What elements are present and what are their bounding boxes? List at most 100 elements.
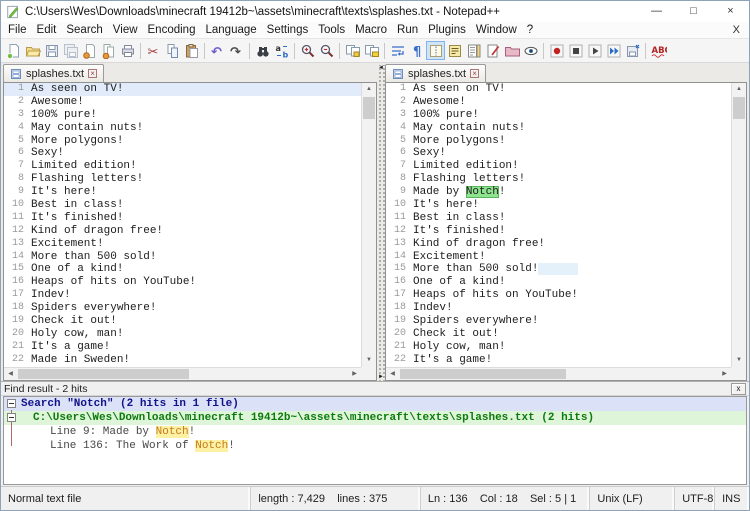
vertical-scroll-thumb[interactable] [363, 97, 375, 119]
tab-close-icon[interactable]: × [88, 69, 97, 78]
editor-line[interactable]: 20Check it out! [386, 328, 731, 341]
editor-line[interactable]: 2Awesome! [386, 96, 731, 109]
scroll-left-icon[interactable]: ◀ [4, 368, 17, 380]
show-all-characters-icon[interactable]: ¶ [407, 41, 426, 60]
editor-line[interactable]: 3100% pure! [386, 109, 731, 122]
zoom-out-icon[interactable] [317, 41, 336, 60]
editor-line[interactable]: 18Indev! [386, 302, 731, 315]
sync-vertical-icon[interactable] [343, 41, 362, 60]
menu-item-search[interactable]: Search [61, 24, 107, 36]
print-icon[interactable] [118, 41, 137, 60]
editor-line[interactable]: 6Sexy! [386, 147, 731, 160]
spell-check-icon[interactable]: ABC [649, 41, 668, 60]
splitter-collapse-right-icon[interactable]: ► [377, 374, 385, 380]
menu-item-[interactable]: ? [522, 24, 538, 36]
editor-line[interactable]: 18Spiders everywhere! [4, 302, 361, 315]
editor-line[interactable]: 20Holy cow, man! [4, 328, 361, 341]
editor-line[interactable]: 12Kind of dragon free! [4, 225, 361, 238]
find-result-close-button[interactable]: x [731, 383, 746, 395]
editor-line[interactable]: 10It's here! [386, 199, 731, 212]
macro-save-icon[interactable] [623, 41, 642, 60]
editor-line[interactable]: 8Flashing letters! [386, 173, 731, 186]
left-editor-text[interactable]: 1As seen on TV!2Awesome!3100% pure!4May … [4, 83, 361, 367]
editor-line[interactable]: 5More polygons! [4, 135, 361, 148]
zoom-in-icon[interactable] [298, 41, 317, 60]
editor-line[interactable]: 1As seen on TV! [386, 83, 731, 96]
menu-close-document-button[interactable]: X [733, 24, 749, 36]
editor-line[interactable]: 11Best in class! [386, 212, 731, 225]
editor-line[interactable]: 14Excitement! [386, 251, 731, 264]
find-hit-row[interactable]: Line 9: Made by Notch! [4, 425, 746, 439]
menu-item-language[interactable]: Language [200, 24, 261, 36]
editor-line[interactable]: 4May contain nuts! [4, 122, 361, 135]
find-icon[interactable] [253, 41, 272, 60]
close-button[interactable]: × [712, 1, 749, 22]
vertical-scroll-thumb[interactable] [733, 97, 745, 119]
menu-item-settings[interactable]: Settings [262, 24, 314, 36]
scroll-down-icon[interactable]: ▼ [362, 354, 376, 367]
editor-line[interactable]: 17Heaps of hits on YouTube! [386, 289, 731, 302]
menu-item-tools[interactable]: Tools [313, 24, 350, 36]
editor-line[interactable]: 12It's finished! [386, 225, 731, 238]
close-all-icon[interactable] [99, 41, 118, 60]
menu-item-window[interactable]: Window [471, 24, 522, 36]
save-icon[interactable] [42, 41, 61, 60]
editor-line[interactable]: 19Check it out! [4, 315, 361, 328]
editor-line[interactable]: 7Limited edition! [386, 160, 731, 173]
close-icon[interactable] [80, 41, 99, 60]
open-icon[interactable] [23, 41, 42, 60]
editor-line[interactable]: 6Sexy! [4, 147, 361, 160]
file-header-row[interactable]: C:\Users\Wes\Downloads\minecraft 19412b~… [4, 411, 746, 425]
editor-line[interactable]: 14More than 500 sold! [4, 251, 361, 264]
find-result-title-bar[interactable]: Find result - 2 hits x [1, 381, 749, 396]
editor-line[interactable]: 3100% pure! [4, 109, 361, 122]
tab-splashes-left[interactable]: splashes.txt × [3, 64, 104, 82]
editor-line[interactable]: 13Excitement! [4, 238, 361, 251]
macro-run-multiple-icon[interactable] [604, 41, 623, 60]
editor-line[interactable]: 13Kind of dragon free! [386, 238, 731, 251]
editor-line[interactable]: 10Best in class! [4, 199, 361, 212]
splitter-collapse-left-icon[interactable]: ◄ [377, 65, 385, 71]
tab-close-icon[interactable]: × [470, 69, 479, 78]
redo-icon[interactable]: ↷ [227, 41, 246, 60]
right-vertical-scrollbar[interactable]: ▲ ▼ [731, 83, 746, 367]
minimize-button[interactable]: — [638, 1, 675, 22]
find-hit-row[interactable]: Line 136: The Work of Notch! [4, 439, 746, 453]
document-monitor-icon[interactable] [521, 41, 540, 60]
menu-item-view[interactable]: View [108, 24, 143, 36]
editor-line[interactable]: 1As seen on TV! [4, 83, 361, 96]
folder-workspace-icon[interactable] [502, 41, 521, 60]
editor-line[interactable]: 16One of a kind! [386, 276, 731, 289]
scroll-up-icon[interactable]: ▲ [732, 83, 746, 96]
paste-icon[interactable] [182, 41, 201, 60]
sync-horizontal-icon[interactable] [362, 41, 381, 60]
collapse-file-icon[interactable] [7, 413, 16, 422]
search-header-row[interactable]: Search "Notch" (2 hits in 1 file) [4, 397, 746, 411]
editor-line[interactable]: 22It's a game! [386, 354, 731, 367]
editor-line[interactable]: 22Made in Sweden! [4, 354, 361, 367]
menu-item-macro[interactable]: Macro [350, 24, 392, 36]
menu-item-run[interactable]: Run [392, 24, 423, 36]
undo-icon[interactable]: ↶ [208, 41, 227, 60]
cut-icon[interactable]: ✂ [144, 41, 163, 60]
left-vertical-scrollbar[interactable]: ▲ ▼ [361, 83, 376, 367]
editor-line[interactable]: 2Awesome! [4, 96, 361, 109]
horizontal-scroll-thumb[interactable] [18, 369, 189, 379]
right-editor-text[interactable]: 1As seen on TV!2Awesome!3100% pure!4May … [386, 83, 731, 367]
editor-line[interactable]: 11It's finished! [4, 212, 361, 225]
collapse-search-icon[interactable] [7, 399, 16, 408]
editor-line[interactable]: 4May contain nuts! [386, 122, 731, 135]
horizontal-scroll-thumb[interactable] [400, 369, 566, 379]
menu-item-edit[interactable]: Edit [32, 24, 62, 36]
pane-splitter[interactable]: ◄ ► [377, 65, 385, 381]
menu-item-plugins[interactable]: Plugins [423, 24, 471, 36]
editor-line[interactable]: 19Spiders everywhere! [386, 315, 731, 328]
function-list-icon[interactable] [445, 41, 464, 60]
save-all-icon[interactable] [61, 41, 80, 60]
editor-line[interactable]: 16Heaps of hits on YouTube! [4, 276, 361, 289]
replace-icon[interactable]: ab [272, 41, 291, 60]
editor-line[interactable]: 7Limited edition! [4, 160, 361, 173]
word-wrap-icon[interactable] [388, 41, 407, 60]
scroll-left-icon[interactable]: ◀ [386, 368, 399, 380]
editor-line[interactable]: 5More polygons! [386, 135, 731, 148]
